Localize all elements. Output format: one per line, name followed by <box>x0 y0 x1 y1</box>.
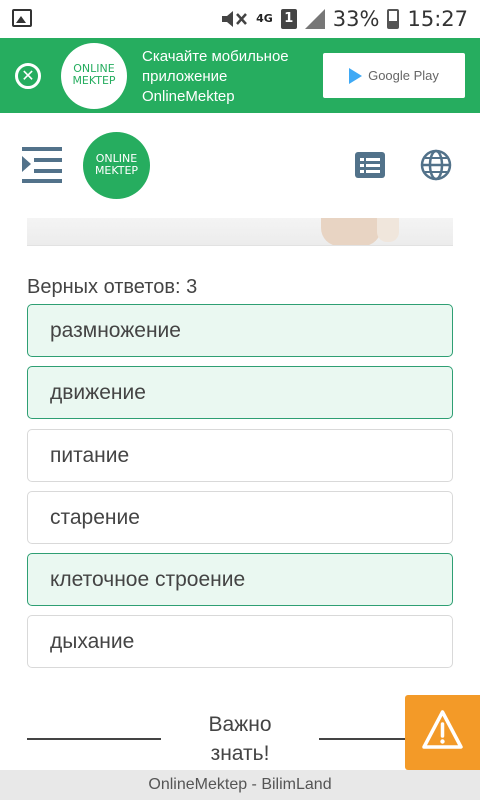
answer-option[interactable]: размножение <box>27 304 453 357</box>
battery-percent: 33% <box>332 7 380 31</box>
app-header: ONLINE MEKTEP <box>0 113 480 218</box>
network-type: 4G <box>256 12 273 25</box>
google-play-button[interactable]: Google Play <box>323 53 465 98</box>
answer-option[interactable]: клеточное строение <box>27 553 453 606</box>
banner-logo: ONLINE MEKTEP <box>61 43 127 109</box>
list-icon[interactable] <box>355 152 385 178</box>
report-issue-button[interactable] <box>405 695 480 770</box>
battery-icon <box>387 9 400 29</box>
site-logo-line2: MEKTEP <box>94 164 139 177</box>
browser-footer: OnlineMektep - BilimLand <box>0 770 480 800</box>
google-play-icon <box>349 67 363 84</box>
gallery-notification-icon <box>12 9 32 27</box>
answer-option[interactable]: движение <box>27 366 453 419</box>
globe-icon[interactable] <box>420 149 452 181</box>
question-illustration <box>27 218 453 246</box>
answer-option[interactable]: питание <box>27 429 453 482</box>
sidebar-toggle-icon[interactable] <box>22 147 62 183</box>
status-bar: 4G 1 33% 15:27 <box>0 0 480 38</box>
signal-icon <box>304 9 325 29</box>
important-label: Важно знать! <box>208 713 272 765</box>
app-install-banner: ✕ ONLINE MEKTEP Скачайте мобильное прило… <box>0 38 480 113</box>
correct-answers-count: Верных ответов: 3 <box>27 276 198 298</box>
divider-right <box>319 738 405 740</box>
divider-left <box>27 738 161 740</box>
google-play-label: Google Play <box>368 68 439 83</box>
warning-icon <box>422 710 463 749</box>
close-banner-button[interactable]: ✕ <box>15 63 41 89</box>
banner-logo-line2: MEKTEP <box>72 74 116 87</box>
sim-indicator: 1 <box>280 9 297 29</box>
banner-promo-text: Скачайте мобильное приложение OnlineMekt… <box>142 48 289 105</box>
mute-icon <box>222 11 248 27</box>
answer-option[interactable]: старение <box>27 491 453 544</box>
site-logo[interactable]: ONLINE MEKTEP <box>83 132 150 199</box>
answer-option[interactable]: дыхание <box>27 615 453 668</box>
clock: 15:27 <box>407 7 468 31</box>
